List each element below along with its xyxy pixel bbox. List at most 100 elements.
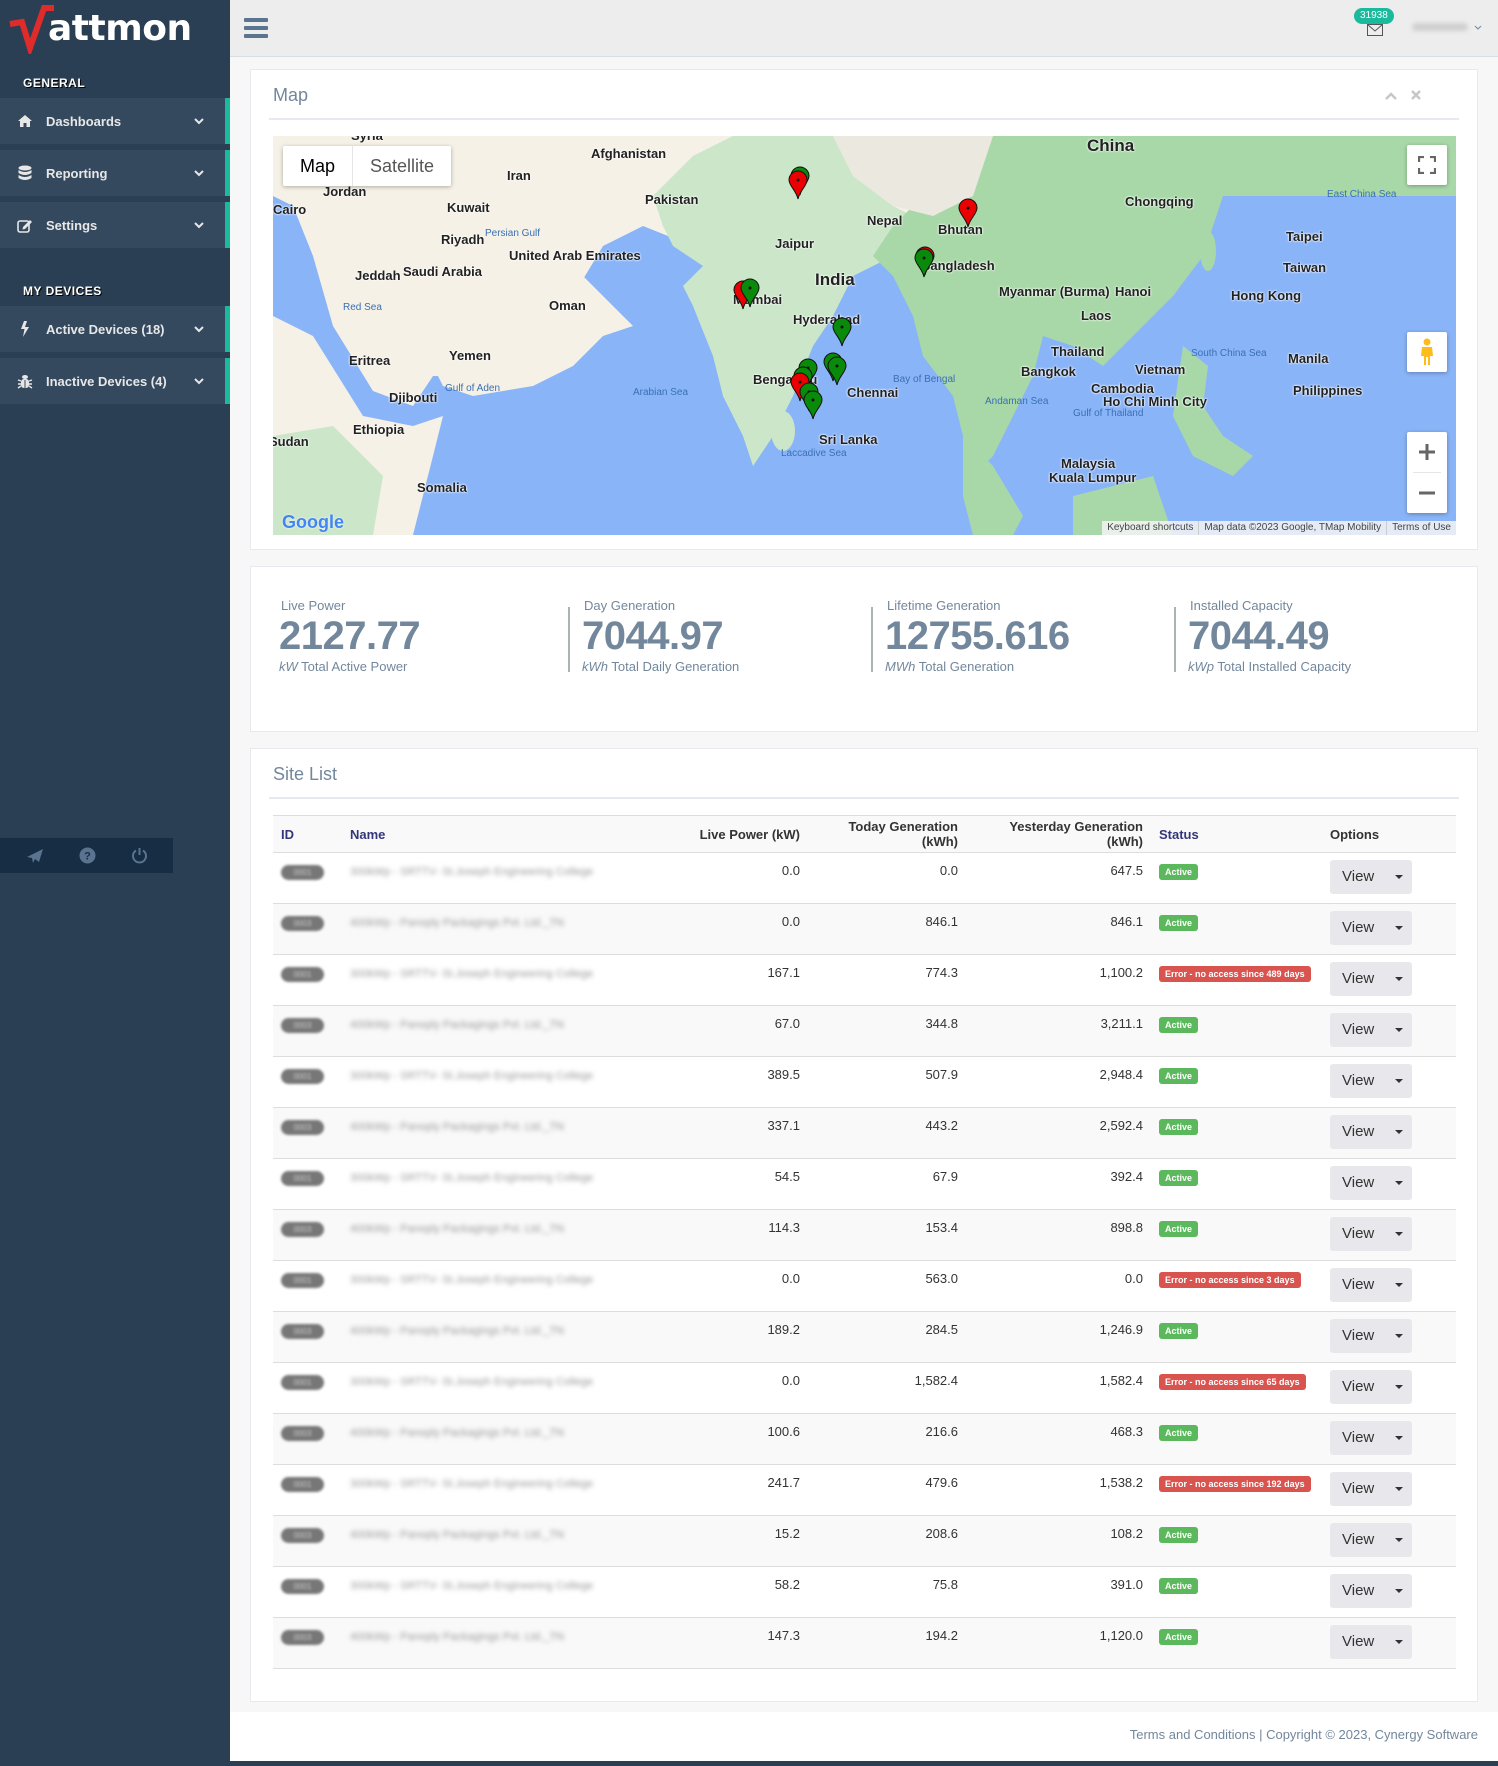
view-button[interactable]: View — [1330, 962, 1387, 996]
column-header-yesterday-generation[interactable]: Yesterday Generation (kWh) — [966, 815, 1151, 853]
column-header-live-power[interactable]: Live Power (kW) — [672, 815, 808, 853]
site-id-pill[interactable]: 0001 — [281, 1579, 324, 1594]
view-dropdown-toggle[interactable] — [1386, 1472, 1413, 1506]
terms-and-conditions-link[interactable]: Terms and Conditions — [1130, 1727, 1256, 1742]
collapse-icon[interactable] — [1385, 87, 1397, 103]
site-id-pill[interactable]: 0001 — [281, 865, 324, 880]
keyboard-shortcuts-link[interactable]: Keyboard shortcuts — [1102, 521, 1198, 535]
view-button[interactable]: View — [1330, 1013, 1387, 1047]
map-marker-active[interactable] — [740, 278, 760, 308]
view-dropdown-toggle[interactable] — [1386, 1166, 1413, 1200]
terms-of-use-link[interactable]: Terms of Use — [1386, 521, 1456, 535]
view-button[interactable]: View — [1330, 1166, 1387, 1200]
view-button[interactable]: View — [1330, 911, 1387, 945]
sidebar-item-inactive-devices[interactable]: Inactive Devices (4) — [0, 358, 230, 404]
site-name-link[interactable]: 400kWp - Panoply Packagings Pvt. Ltd._TN — [350, 917, 564, 929]
column-header-today-generation[interactable]: Today Generation (kWh) — [808, 815, 966, 853]
site-name-link[interactable]: 300kWp - SRTTV- St.Joseph Engineering Co… — [350, 1478, 593, 1490]
question-circle-icon[interactable]: ? — [79, 847, 96, 864]
view-dropdown-toggle[interactable] — [1386, 1013, 1413, 1047]
map-marker-active[interactable] — [827, 356, 847, 386]
map-marker-active[interactable] — [803, 390, 823, 420]
sidebar-item-settings[interactable]: Settings — [0, 202, 230, 248]
site-name-link[interactable]: 400kWp - Panoply Packagings Pvt. Ltd._TN — [350, 1325, 564, 1337]
view-button[interactable]: View — [1330, 1115, 1387, 1149]
sidebar-item-reporting[interactable]: Reporting — [0, 150, 230, 196]
view-dropdown-toggle[interactable] — [1386, 1523, 1413, 1557]
column-header-status[interactable]: Status — [1151, 815, 1322, 853]
site-id-pill[interactable]: 0001 — [281, 1069, 324, 1084]
menu-toggle-button[interactable] — [244, 18, 268, 38]
site-id-pill[interactable]: 0003 — [281, 916, 324, 931]
view-button[interactable]: View — [1330, 1217, 1387, 1251]
view-button[interactable]: View — [1330, 1421, 1387, 1455]
site-id-pill[interactable]: 0001 — [281, 967, 324, 982]
view-dropdown-toggle[interactable] — [1386, 1217, 1413, 1251]
view-button[interactable]: View — [1330, 1523, 1387, 1557]
view-button[interactable]: View — [1330, 1319, 1387, 1353]
site-id-pill[interactable]: 0001 — [281, 1171, 324, 1186]
view-button[interactable]: View — [1330, 1268, 1387, 1302]
map-marker-error[interactable] — [958, 198, 978, 228]
site-name-link[interactable]: 400kWp - Panoply Packagings Pvt. Ltd._TN — [350, 1121, 564, 1133]
view-dropdown-toggle[interactable] — [1386, 860, 1413, 894]
site-id-pill[interactable]: 0001 — [281, 1273, 324, 1288]
map-marker-active[interactable] — [914, 248, 934, 278]
view-button[interactable]: View — [1330, 860, 1387, 894]
paper-plane-icon[interactable] — [26, 848, 44, 864]
site-id-pill[interactable]: 0001 — [281, 1375, 324, 1390]
site-id-pill[interactable]: 0003 — [281, 1018, 324, 1033]
site-name-link[interactable]: 400kWp - Panoply Packagings Pvt. Ltd._TN — [350, 1631, 564, 1643]
site-id-pill[interactable]: 0003 — [281, 1426, 324, 1441]
view-dropdown-toggle[interactable] — [1386, 1115, 1413, 1149]
view-dropdown-toggle[interactable] — [1386, 1319, 1413, 1353]
view-dropdown-toggle[interactable] — [1386, 1574, 1413, 1608]
user-menu-chevron-icon[interactable] — [1474, 22, 1482, 33]
column-header-id[interactable]: ID — [273, 815, 342, 853]
site-id-pill[interactable]: 0001 — [281, 1477, 324, 1492]
site-name-link[interactable]: 300kWp - SRTTV- St.Joseph Engineering Co… — [350, 1172, 593, 1184]
view-dropdown-toggle[interactable] — [1386, 1370, 1413, 1404]
site-name-link[interactable]: 300kWp - SRTTV- St.Joseph Engineering Co… — [350, 1070, 593, 1082]
view-dropdown-toggle[interactable] — [1386, 1268, 1413, 1302]
map-marker-active[interactable] — [832, 317, 852, 347]
site-id-pill[interactable]: 0003 — [281, 1630, 324, 1645]
sidebar-item-active-devices[interactable]: Active Devices (18) — [0, 306, 230, 352]
site-name-link[interactable]: 400kWp - Panoply Packagings Pvt. Ltd._TN — [350, 1019, 564, 1031]
power-icon[interactable] — [131, 847, 148, 864]
site-name-link[interactable]: 300kWp - SRTTV- St.Joseph Engineering Co… — [350, 968, 593, 980]
site-name-link[interactable]: 300kWp - SRTTV- St.Joseph Engineering Co… — [350, 1274, 593, 1286]
view-dropdown-toggle[interactable] — [1386, 1625, 1413, 1659]
zoom-out-button[interactable] — [1407, 473, 1447, 513]
zoom-in-button[interactable] — [1407, 432, 1447, 472]
site-id-pill[interactable]: 0003 — [281, 1324, 324, 1339]
map-marker-error[interactable] — [788, 170, 808, 200]
site-name-link[interactable]: 300kWp - SRTTV- St.Joseph Engineering Co… — [350, 866, 593, 878]
site-id-pill[interactable]: 0003 — [281, 1120, 324, 1135]
user-name[interactable] — [1412, 23, 1468, 31]
street-view-pegman-button[interactable] — [1407, 332, 1447, 372]
view-button[interactable]: View — [1330, 1625, 1387, 1659]
view-button[interactable]: View — [1330, 1064, 1387, 1098]
site-id-pill[interactable]: 0003 — [281, 1528, 324, 1543]
site-name-link[interactable]: 300kWp - SRTTV- St.Joseph Engineering Co… — [350, 1580, 593, 1592]
view-button[interactable]: View — [1330, 1370, 1387, 1404]
sidebar-item-dashboards[interactable]: Dashboards — [0, 98, 230, 144]
view-dropdown-toggle[interactable] — [1386, 962, 1413, 996]
site-map[interactable]: Syria Jordan Afghanistan Iran Pakistan Kuwait… — [273, 136, 1456, 535]
map-type-map-button[interactable]: Map — [283, 146, 352, 186]
view-dropdown-toggle[interactable] — [1386, 1421, 1413, 1455]
site-name-link[interactable]: 400kWp - Panoply Packagings Pvt. Ltd._TN — [350, 1427, 564, 1439]
view-button[interactable]: View — [1330, 1574, 1387, 1608]
view-button[interactable]: View — [1330, 1472, 1387, 1506]
close-icon[interactable] — [1411, 87, 1421, 103]
map-type-satellite-button[interactable]: Satellite — [352, 146, 451, 186]
site-name-link[interactable]: 400kWp - Panoply Packagings Pvt. Ltd._TN — [350, 1223, 564, 1235]
fullscreen-button[interactable] — [1407, 145, 1447, 185]
logo[interactable]: attmon — [0, 0, 230, 57]
site-name-link[interactable]: 400kWp - Panoply Packagings Pvt. Ltd._TN — [350, 1529, 564, 1541]
site-name-link[interactable]: 300kWp - SRTTV- St.Joseph Engineering Co… — [350, 1376, 593, 1388]
site-id-pill[interactable]: 0003 — [281, 1222, 324, 1237]
view-dropdown-toggle[interactable] — [1386, 1064, 1413, 1098]
column-header-name[interactable]: Name — [342, 815, 672, 853]
